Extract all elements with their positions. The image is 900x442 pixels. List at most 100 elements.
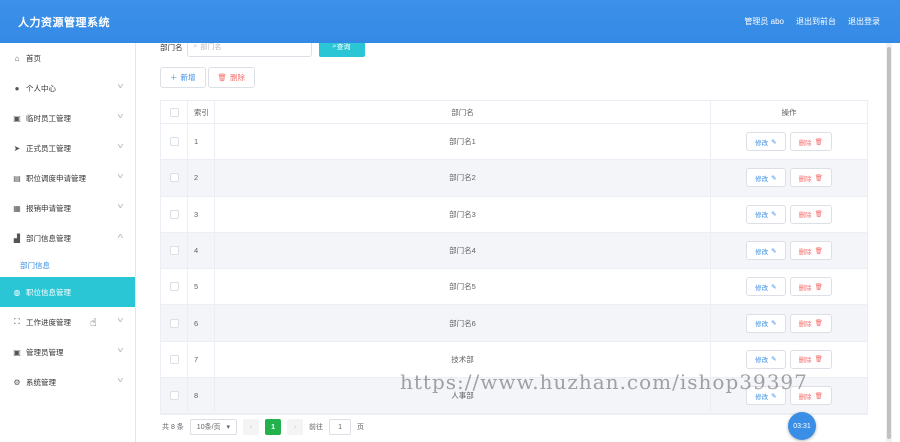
row-department-name: 部门名1 bbox=[215, 124, 711, 160]
sidebar-item-6[interactable]: ▟ 部门信息管理 ˄ bbox=[0, 223, 135, 253]
batch-delete-button[interactable]: 🗑 删除 bbox=[207, 67, 256, 88]
prev-page-button[interactable]: ‹ bbox=[243, 419, 260, 435]
row-checkbox[interactable] bbox=[169, 246, 179, 256]
search-icon: ⌕ bbox=[193, 43, 198, 50]
next-page-button[interactable]: › bbox=[287, 419, 304, 435]
sidebar-item-8[interactable]: ◍ 职位信息管理 bbox=[0, 277, 135, 307]
sidebar-item-1[interactable]: ● 个人中心 ˅ bbox=[0, 73, 135, 103]
sidebar-item-0[interactable]: ⌂ 首页 bbox=[0, 43, 135, 73]
sidebar-item-label: 个人中心 bbox=[26, 83, 56, 93]
scrollbar-thumb[interactable] bbox=[887, 47, 891, 439]
trash-icon: 🗑 bbox=[217, 73, 228, 82]
header-checkbox-cell bbox=[161, 101, 188, 123]
row-department-name: 人事部 bbox=[215, 378, 711, 414]
row-department-name: 部门名6 bbox=[215, 305, 711, 341]
sidebar-item-3[interactable]: ➤ 正式员工管理 ˅ bbox=[0, 133, 135, 163]
sidebar-item-11[interactable]: ⚙ 系统管理 ˅ bbox=[0, 367, 135, 397]
row-checkbox[interactable] bbox=[169, 209, 179, 219]
sidebar-item-9[interactable]: ⛶ 工作进度管理 ˅ bbox=[0, 307, 135, 337]
hand-cursor-icon: ☝ bbox=[90, 317, 97, 329]
row-actions: 修改 ✎ 删除 🗑 bbox=[711, 233, 867, 268]
logout-link[interactable]: 退出登录 bbox=[848, 16, 880, 27]
header-index: 索引 bbox=[188, 101, 215, 123]
chevron-down-icon: ˅ bbox=[117, 376, 124, 385]
edit-button[interactable]: 修改 ✎ bbox=[746, 168, 786, 188]
pagination: 共 8 条 10条/页 ▾ ‹ 1 › 前往 1 页 bbox=[162, 419, 364, 435]
edit-button[interactable]: 修改 ✎ bbox=[746, 349, 786, 369]
batch-delete-label: 删除 bbox=[230, 73, 246, 82]
briefcase-icon: ▣ bbox=[13, 347, 21, 357]
delete-button[interactable]: 删除 🗑 bbox=[789, 204, 832, 224]
chevron-down-icon: ˅ bbox=[117, 82, 124, 91]
edit-icon: ✎ bbox=[771, 174, 777, 182]
delete-button[interactable]: 删除 🗑 bbox=[789, 241, 832, 261]
row-department-name: 技术部 bbox=[215, 341, 711, 378]
page-scrollbar[interactable] bbox=[886, 43, 892, 442]
delete-button[interactable]: 删除 🗑 bbox=[789, 168, 832, 188]
sidebar-item-label: 职位调度申请管理 bbox=[26, 173, 86, 183]
page-size-select[interactable]: 10条/页 ▾ bbox=[189, 419, 238, 435]
edit-icon: ✎ bbox=[771, 320, 777, 328]
edit-button[interactable]: 修改 ✎ bbox=[746, 204, 786, 224]
row-actions: 修改 ✎ 删除 🗑 bbox=[711, 160, 867, 195]
row-checkbox[interactable] bbox=[169, 391, 179, 401]
search-placeholder: 部门名 bbox=[200, 44, 222, 51]
select-all-checkbox[interactable] bbox=[169, 107, 179, 117]
delete-label: 删除 bbox=[798, 284, 812, 292]
header-actions: 管理员 abo 退出到前台 退出登录 bbox=[744, 16, 880, 27]
chevron-down-icon: ˅ bbox=[117, 112, 124, 121]
row-checkbox[interactable] bbox=[169, 354, 179, 364]
table-row[interactable]: 6 部门名6 修改 ✎ 删除 🗑 bbox=[161, 305, 867, 342]
table-row[interactable]: 4 部门名4 修改 ✎ 删除 🗑 bbox=[161, 232, 867, 270]
current-user-label: 管理员 abo bbox=[744, 17, 784, 26]
page-unit-label: 页 bbox=[357, 424, 365, 431]
row-actions: 修改 ✎ 删除 🗑 bbox=[711, 197, 867, 232]
department-table: 索引 部门名 操作 1 部门名1 修改 ✎ 删除 🗑 2 部门名2 修改 ✎ 删除 🗑 3 部门名3 修改 ✎… bbox=[160, 100, 868, 416]
sidebar-item-2[interactable]: ▣ 临时员工管理 ˅ bbox=[0, 103, 135, 133]
table-row[interactable]: 7 技术部 修改 ✎ 删除 🗑 bbox=[161, 341, 867, 379]
edit-label: 修改 bbox=[755, 139, 769, 147]
back-to-frontend-link[interactable]: 退出到前台 bbox=[796, 16, 836, 27]
sidebar-item-7[interactable]: 部门信息 bbox=[0, 253, 135, 277]
edit-button[interactable]: 修改 ✎ bbox=[746, 313, 786, 333]
edit-label: 修改 bbox=[755, 357, 769, 365]
delete-button[interactable]: 删除 🗑 bbox=[789, 313, 832, 333]
trash-icon: 🗑 bbox=[814, 392, 823, 400]
row-department-name: 部门名5 bbox=[215, 269, 711, 305]
row-actions: 修改 ✎ 删除 🗑 bbox=[711, 305, 867, 340]
table-row[interactable]: 2 部门名2 修改 ✎ 删除 🗑 bbox=[161, 160, 867, 197]
chevron-down-icon: ˅ bbox=[117, 202, 124, 211]
row-checkbox[interactable] bbox=[169, 173, 179, 183]
page-size-value: 10条/页 bbox=[196, 424, 221, 431]
row-checkbox[interactable] bbox=[169, 282, 179, 292]
sidebar-item-10[interactable]: ▣ 管理员管理 ˅ bbox=[0, 337, 135, 367]
row-index: 4 bbox=[188, 232, 215, 269]
row-checkbox[interactable] bbox=[169, 137, 179, 147]
goto-page-input[interactable]: 1 bbox=[329, 419, 352, 435]
sidebar-item-4[interactable]: ▤ 职位调度申请管理 ˅ bbox=[0, 163, 135, 193]
add-button[interactable]: ＋ 新增 bbox=[160, 67, 206, 88]
delete-button[interactable]: 删除 🗑 bbox=[789, 277, 832, 297]
delete-button[interactable]: 删除 🗑 bbox=[789, 132, 832, 152]
edit-button[interactable]: 修改 ✎ bbox=[746, 132, 786, 152]
table-row[interactable]: 3 部门名3 修改 ✎ 删除 🗑 bbox=[161, 196, 867, 233]
edit-button[interactable]: 修改 ✎ bbox=[746, 386, 786, 406]
page-number-current[interactable]: 1 bbox=[265, 419, 282, 435]
edit-button[interactable]: 修改 ✎ bbox=[746, 277, 786, 297]
delete-button[interactable]: 删除 🗑 bbox=[789, 349, 832, 369]
sidebar-item-5[interactable]: ▦ 报销申请管理 ˅ bbox=[0, 193, 135, 223]
edit-button[interactable]: 修改 ✎ bbox=[746, 241, 786, 261]
edit-icon: ✎ bbox=[771, 356, 777, 364]
table-row[interactable]: 5 部门名5 修改 ✎ 删除 🗑 bbox=[161, 269, 867, 306]
delete-button[interactable]: 删除 🗑 bbox=[789, 386, 832, 406]
row-checkbox[interactable] bbox=[169, 318, 179, 328]
row-checkbox-cell bbox=[161, 232, 188, 269]
trash-icon: 🗑 bbox=[814, 247, 823, 255]
settings-icon: ⚙ bbox=[13, 377, 21, 387]
table-row[interactable]: 1 部门名1 修改 ✎ 删除 🗑 bbox=[161, 124, 867, 161]
chevron-down-icon: ˅ bbox=[117, 172, 124, 181]
row-actions: 修改 ✎ 删除 🗑 bbox=[711, 342, 867, 377]
timer-badge[interactable]: 03:31 bbox=[788, 412, 816, 440]
sidebar-item-label: 部门信息管理 bbox=[26, 233, 71, 243]
table-row[interactable]: 8 人事部 修改 ✎ 删除 🗑 bbox=[161, 378, 867, 415]
